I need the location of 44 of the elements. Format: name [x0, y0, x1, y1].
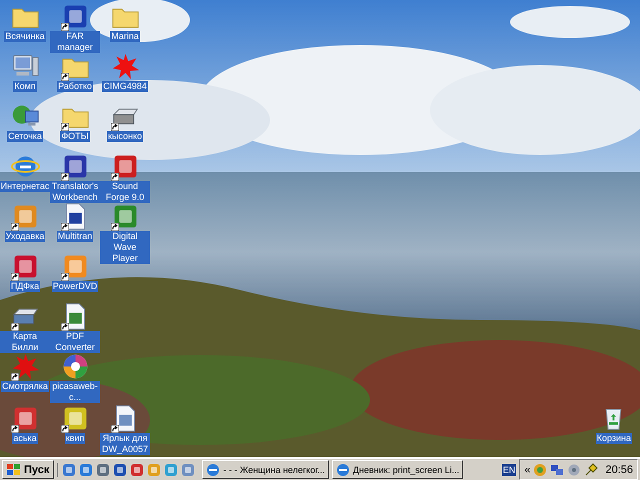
quick-launch-icon[interactable]	[62, 462, 76, 476]
desktop-icon-label[interactable]: Сеточка	[7, 131, 43, 142]
desktop-icon-label[interactable]: Уходавка	[4, 231, 46, 242]
start-button[interactable]: Пуск	[2, 460, 54, 479]
desktop-icon-label[interactable]: Marina	[110, 31, 140, 42]
desktop-icon-label[interactable]: Multitran	[56, 231, 94, 242]
desktop-icon-label[interactable]: Интернетас	[0, 181, 50, 192]
desktop-icon-label[interactable]: ФОТЫ	[60, 131, 90, 142]
desktop-icon-label[interactable]: FAR manager	[50, 31, 100, 53]
desktop-icon-label[interactable]: Ярлык для DW_A0057	[100, 433, 150, 455]
desktop-icon-label[interactable]: PDF Converter	[50, 331, 100, 353]
desktop-icon-label[interactable]: Digital Wave Player	[100, 231, 150, 264]
desktop-icon-label[interactable]: кысонко	[106, 131, 144, 142]
desktop-icon-label[interactable]: CIMG4984	[102, 81, 148, 92]
desktop-icon-label[interactable]: Translator's Workbench	[50, 181, 100, 203]
desktop-icon-label[interactable]: квип	[64, 433, 86, 444]
quick-launch-icon[interactable]	[130, 462, 144, 476]
pinwheel-icon[interactable]	[60, 352, 90, 381]
desktop-icon-label[interactable]: picasaweb-c...	[50, 381, 100, 403]
desktop-icon-label[interactable]: Всячинка	[4, 31, 46, 42]
desktop-icon-label[interactable]: Смотрялка	[1, 381, 49, 392]
clock[interactable]: 20:56	[605, 464, 633, 476]
desktop-icon-label[interactable]: PowerDVD	[52, 281, 98, 292]
desktop-icon-label[interactable]: Корзина	[596, 433, 632, 444]
desktop-icon-label[interactable]: аська	[12, 433, 38, 444]
taskbar-button[interactable]: - - - Женщина нелегког...	[202, 460, 329, 479]
splash-icon[interactable]	[10, 352, 40, 381]
globe-icon	[336, 462, 350, 476]
desktop-icon-label[interactable]: Карта Билли	[0, 331, 50, 353]
taskbar-button[interactable]: Дневник: print_screen Li...	[332, 460, 464, 479]
show-hidden-icons-button[interactable]: «	[524, 464, 530, 476]
language-indicator[interactable]: EN	[502, 464, 516, 476]
quick-launch-icon[interactable]	[79, 462, 94, 476]
windows-flag-icon	[7, 464, 21, 476]
plug-icon[interactable]	[584, 462, 598, 476]
desktop-icon-label[interactable]: ПДФка	[10, 281, 40, 292]
desktop-icon-label[interactable]: Комп	[13, 81, 37, 92]
speaker-icon[interactable]	[567, 462, 582, 476]
quick-launch-icon[interactable]	[113, 462, 128, 476]
desktop-icon-label[interactable]: Sound Forge 9.0	[100, 181, 150, 203]
desktop-icon-label[interactable]: Работко	[57, 81, 93, 92]
globe-icon	[206, 462, 220, 476]
quick-launch-icon[interactable]	[96, 462, 110, 476]
computers-icon[interactable]	[550, 462, 564, 476]
